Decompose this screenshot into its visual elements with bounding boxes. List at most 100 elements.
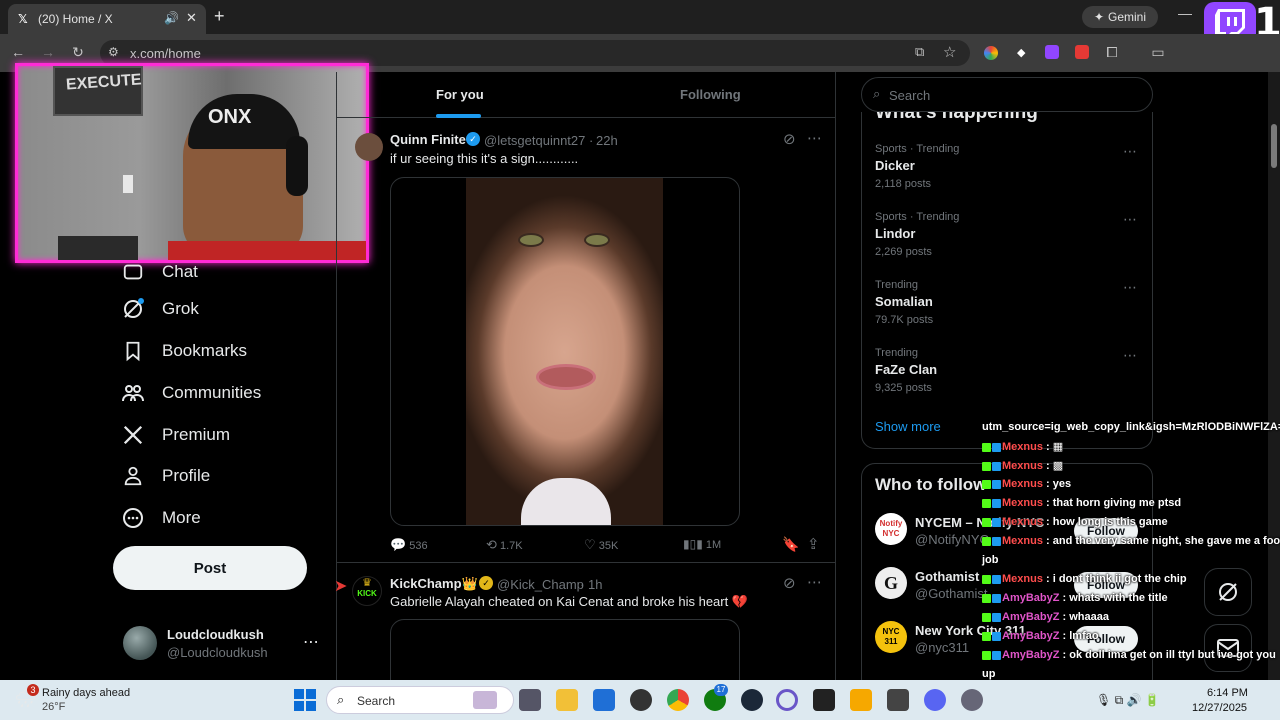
tray-icons[interactable]: 🎙 ⧉ 🔊 🔋	[1096, 693, 1160, 708]
minimize-icon[interactable]: —	[1178, 5, 1192, 21]
obs-icon[interactable]	[630, 689, 652, 711]
trends-title: What's happening	[875, 112, 1038, 123]
tweet[interactable]: ♛ KICK KickChamp👑 ✓ @Kick_Champ · 1h ⊘ ⋯…	[337, 564, 835, 680]
epic-games-icon[interactable]	[813, 689, 835, 711]
rockstar-icon[interactable]	[850, 689, 872, 711]
search-box[interactable]: ⌕ Search	[861, 77, 1153, 112]
tweet-time[interactable]: 1h	[588, 577, 602, 592]
nav-profile[interactable]: Profile	[120, 460, 210, 492]
views-button[interactable]: ▮▯▮ 1M	[683, 537, 721, 551]
browser-tab[interactable]: 𝕏 (20) Home / X 🔊 ✕	[8, 4, 206, 34]
grok-analyze-icon[interactable]: ⊘	[783, 574, 796, 592]
page-scrollbar[interactable]	[1268, 72, 1280, 680]
speaker-icon[interactable]: 🔊	[164, 11, 179, 25]
xbox-badge: 17	[714, 684, 728, 696]
app-7z-icon[interactable]	[887, 689, 909, 711]
install-app-icon[interactable]: ⧉	[915, 44, 924, 60]
tweet-media[interactable]	[390, 177, 740, 526]
store-icon[interactable]	[593, 689, 615, 711]
trend-item[interactable]: Sports · Trending Dicker 2,118 posts ⋯	[875, 141, 1145, 197]
weather-temp: 26°F	[42, 701, 66, 713]
scrollbar-thumb[interactable]	[1271, 124, 1277, 168]
file-explorer-icon[interactable]	[556, 689, 578, 711]
kick-badge-icon	[982, 536, 991, 546]
taskbar-search[interactable]: ⌕ Search	[326, 686, 514, 714]
grok-float-button[interactable]	[1204, 568, 1252, 616]
tab-following[interactable]: Following	[586, 72, 835, 118]
show-more-link[interactable]: Show more	[875, 419, 941, 434]
nav-label: Grok	[162, 299, 199, 318]
settings-icon[interactable]	[961, 689, 983, 711]
account-switcher[interactable]: Loudcloudkush @Loudcloudkush ⋯	[120, 624, 320, 664]
messages-float-button[interactable]	[1204, 624, 1252, 672]
tweet-time[interactable]: 22h	[596, 133, 618, 148]
clock-time[interactable]: 6:14 PM	[1207, 687, 1248, 699]
tab-close-icon[interactable]: ✕	[186, 10, 197, 26]
tweet-media[interactable]	[390, 619, 740, 680]
account-menu-icon[interactable]: ⋯	[303, 632, 319, 652]
clock-date[interactable]: 12/27/2025	[1192, 702, 1247, 714]
nav-bookmarks[interactable]: Bookmarks	[120, 335, 247, 367]
gemini-sparkle-icon: ✦	[1093, 10, 1105, 24]
tweet-handle[interactable]: @Kick_Champ	[497, 577, 584, 592]
kick-badge-icon	[982, 461, 991, 471]
chat-message: Mexnus : and the very same night, she ga…	[982, 535, 1280, 547]
avatar[interactable]: ♛ KICK	[352, 576, 382, 606]
share-icon[interactable]: ⇪	[807, 535, 820, 553]
new-tab-button[interactable]: +	[214, 6, 225, 27]
like-button[interactable]: ♡ 35K	[584, 537, 618, 553]
trend-more-icon[interactable]: ⋯	[1123, 279, 1137, 296]
steam-icon[interactable]	[741, 689, 763, 711]
weather-widget[interactable]: 🌧 3 Rainy days ahead 26°F	[14, 684, 164, 716]
tweet[interactable]: Quinn Finite ✓ @letsgetquinnt27 · 22h ⊘ …	[337, 119, 835, 563]
nav-more[interactable]: More	[120, 502, 201, 534]
extension-color-icon[interactable]	[984, 46, 998, 60]
nav-label: More	[162, 508, 201, 527]
avatar[interactable]	[355, 133, 383, 161]
repost-button[interactable]: ⟲ 1.7K	[486, 537, 523, 553]
extension-diamond-icon[interactable]: ◆	[1017, 46, 1025, 59]
tweet-more-icon[interactable]: ⋯	[807, 129, 822, 147]
tweet-more-icon[interactable]: ⋯	[807, 573, 822, 591]
bookmark-icon[interactable]: 🔖	[782, 536, 799, 553]
nav-chat[interactable]: Chat	[120, 262, 198, 282]
side-panel-icon[interactable]: ▭	[1148, 42, 1168, 62]
trend-more-icon[interactable]: ⋯	[1123, 347, 1137, 364]
nav-grok[interactable]: Grok	[120, 293, 199, 325]
chrome-icon[interactable]	[667, 689, 689, 711]
trend-item[interactable]: Trending FaZe Clan 9,325 posts ⋯	[875, 345, 1145, 401]
grok-analyze-icon[interactable]: ⊘	[783, 130, 796, 148]
tweet-author-name[interactable]: KickChamp👑	[390, 576, 478, 592]
avatar-text: NYC 311	[882, 627, 900, 646]
tweet-handle[interactable]: @letsgetquinnt27	[484, 133, 585, 148]
extensions-puzzle-icon[interactable]: ⧠	[1102, 42, 1122, 62]
trend-item[interactable]: Sports · Trending Lindor 2,269 posts ⋯	[875, 209, 1145, 265]
tweet-text: if ur seeing this it's a sign...........…	[390, 151, 579, 166]
post-button[interactable]: Post	[113, 546, 307, 590]
app-ring-icon[interactable]	[776, 689, 798, 711]
task-view-icon[interactable]	[519, 689, 541, 711]
trend-more-icon[interactable]: ⋯	[1123, 211, 1137, 228]
nav-communities[interactable]: Communities	[120, 377, 261, 409]
trend-meta: Trending	[875, 279, 919, 291]
nav-premium[interactable]: Premium	[120, 419, 230, 451]
extension-red-icon[interactable]	[1075, 45, 1089, 59]
start-button[interactable]	[294, 689, 316, 711]
reload-icon[interactable]: ↻	[68, 42, 88, 62]
tab-for-you[interactable]: For you	[337, 72, 579, 118]
communities-icon	[120, 380, 146, 406]
bookmark-star-icon[interactable]: ☆	[943, 43, 956, 61]
gemini-button[interactable]: ✦ Gemini	[1082, 6, 1158, 28]
site-info-icon[interactable]: ⚙	[108, 45, 119, 59]
extension-twitch-icon[interactable]	[1045, 45, 1059, 59]
sub-badge-icon	[992, 536, 1001, 546]
discord-icon[interactable]	[924, 689, 946, 711]
reply-button[interactable]: 💬 536	[390, 537, 428, 553]
trend-item[interactable]: Trending Somalian 79.7K posts ⋯	[875, 277, 1145, 333]
trend-more-icon[interactable]: ⋯	[1123, 143, 1137, 160]
forward-icon[interactable]: →	[38, 42, 58, 62]
verified-gold-icon: ✓	[479, 576, 493, 590]
back-icon[interactable]: ←	[8, 42, 28, 62]
tweet-author-name[interactable]: Quinn Finite	[390, 132, 466, 147]
who-to-follow-title: Who to follow	[875, 475, 987, 494]
